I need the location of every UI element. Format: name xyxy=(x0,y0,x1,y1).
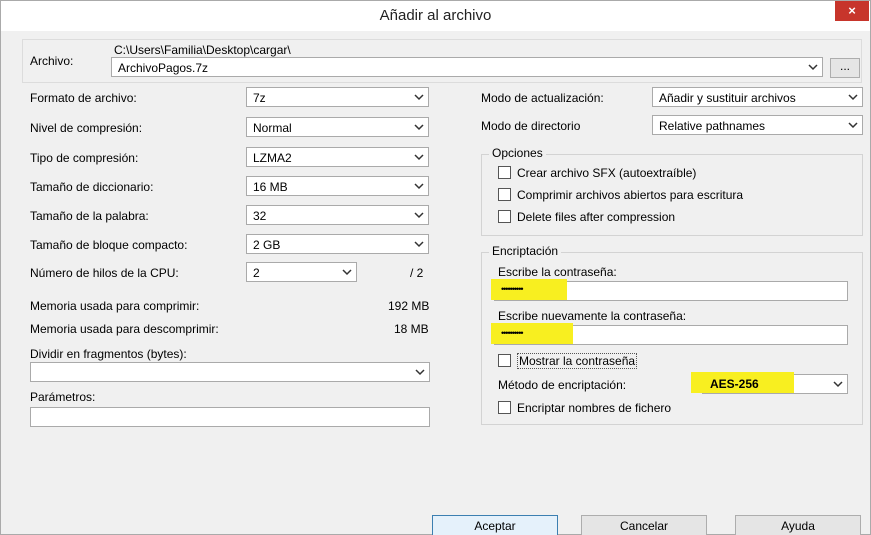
solid-label: Tamaño de bloque compacto: xyxy=(30,238,188,252)
word-value: 32 xyxy=(253,209,267,223)
format-value: 7z xyxy=(253,91,266,105)
options-title: Opciones xyxy=(489,146,546,160)
close-button[interactable]: × xyxy=(835,1,869,21)
password-label: Escribe la contraseña: xyxy=(498,265,617,279)
chevron-down-icon xyxy=(848,92,858,102)
mem-decomp-value: 18 MB xyxy=(394,322,429,336)
chevron-down-icon xyxy=(414,181,424,191)
password-dots: •••••••••• xyxy=(501,284,523,294)
encryption-title: Encriptación xyxy=(489,244,562,258)
enc-method-label: Método de encriptación: xyxy=(498,378,627,392)
path-mode-value: Relative pathnames xyxy=(659,119,766,133)
checkbox-box[interactable] xyxy=(498,401,511,414)
enc-method-value: AES-256 xyxy=(710,377,759,391)
word-label: Tamaño de la palabra: xyxy=(30,209,149,223)
chevron-down-icon xyxy=(414,210,424,220)
shared-checkbox-label: Comprimir archivos abiertos para escritu… xyxy=(517,188,744,202)
threads-combo[interactable]: 2 xyxy=(246,262,357,282)
path-mode-combo[interactable]: Relative pathnames xyxy=(652,115,863,135)
ok-button[interactable]: Aceptar xyxy=(432,515,558,535)
checkbox-box[interactable] xyxy=(498,210,511,223)
format-label: Formato de archivo: xyxy=(30,91,137,105)
params-label: Parámetros: xyxy=(30,390,96,404)
split-label: Dividir en fragmentos (bytes): xyxy=(30,347,187,361)
level-label: Nivel de compresión: xyxy=(30,121,143,135)
threads-label: Número de hilos de la CPU: xyxy=(30,266,179,280)
chevron-down-icon xyxy=(414,122,424,132)
chevron-down-icon xyxy=(414,239,424,249)
mem-decomp-label: Memoria usada para descomprimir: xyxy=(30,322,219,336)
params-input[interactable] xyxy=(30,407,430,427)
method-label: Tipo de compresión: xyxy=(30,151,139,165)
cancel-button[interactable]: Cancelar xyxy=(581,515,707,535)
mem-comp-label: Memoria usada para comprimir: xyxy=(30,299,200,313)
update-value: Añadir y sustituir archivos xyxy=(659,91,796,105)
archive-name-value: ArchivoPagos.7z xyxy=(118,61,209,75)
title-bar: Añadir al archivo × xyxy=(1,1,870,31)
dict-combo[interactable]: 16 MB xyxy=(246,176,429,196)
level-value: Normal xyxy=(253,121,292,135)
mem-comp-value: 192 MB xyxy=(388,299,430,313)
chevron-down-icon xyxy=(833,379,843,389)
chevron-down-icon xyxy=(414,92,424,102)
chevron-down-icon xyxy=(848,120,858,130)
solid-combo[interactable]: 2 GB xyxy=(246,234,429,254)
checkbox-box[interactable] xyxy=(498,188,511,201)
password-confirm-label: Escribe nuevamente la contraseña: xyxy=(498,309,687,323)
chevron-down-icon xyxy=(342,267,352,277)
delete-checkbox-label: Delete files after compression xyxy=(517,210,676,224)
chevron-down-icon xyxy=(415,367,425,377)
browse-button[interactable]: ... xyxy=(830,58,860,78)
path-mode-label: Modo de directorio xyxy=(481,119,581,133)
dialog-window: Añadir al archivo × Archivo: C:\Users\Fa… xyxy=(0,0,871,535)
solid-value: 2 GB xyxy=(253,238,281,252)
method-combo[interactable]: LZMA2 xyxy=(246,147,429,167)
help-button[interactable]: Ayuda xyxy=(735,515,861,535)
archive-label: Archivo: xyxy=(30,54,74,68)
checkbox-box[interactable] xyxy=(498,166,511,179)
level-combo[interactable]: Normal xyxy=(246,117,429,137)
dict-value: 16 MB xyxy=(253,180,288,194)
checkbox-box[interactable] xyxy=(498,354,511,367)
threads-value: 2 xyxy=(253,266,260,280)
dict-label: Tamaño de diccionario: xyxy=(30,180,154,194)
show-password-label: Mostrar la contraseña xyxy=(517,353,638,369)
update-combo[interactable]: Añadir y sustituir archivos xyxy=(652,87,863,107)
sfx-checkbox-label: Crear archivo SFX (autoextraíble) xyxy=(517,166,697,180)
chevron-down-icon xyxy=(808,62,818,72)
threads-max: / 2 xyxy=(410,266,424,280)
archive-name-combo[interactable]: ArchivoPagos.7z xyxy=(111,57,823,77)
encrypt-names-label: Encriptar nombres de fichero xyxy=(517,401,672,415)
format-combo[interactable]: 7z xyxy=(246,87,429,107)
chevron-down-icon xyxy=(414,152,424,162)
word-combo[interactable]: 32 xyxy=(246,205,429,225)
update-label: Modo de actualización: xyxy=(481,91,604,105)
archive-path: C:\Users\Familia\Desktop\cargar\ xyxy=(114,43,291,57)
window-title: Añadir al archivo xyxy=(379,7,492,24)
password-confirm-dots: •••••••••• xyxy=(501,328,523,338)
split-combo[interactable] xyxy=(30,362,430,382)
method-value: LZMA2 xyxy=(253,151,292,165)
